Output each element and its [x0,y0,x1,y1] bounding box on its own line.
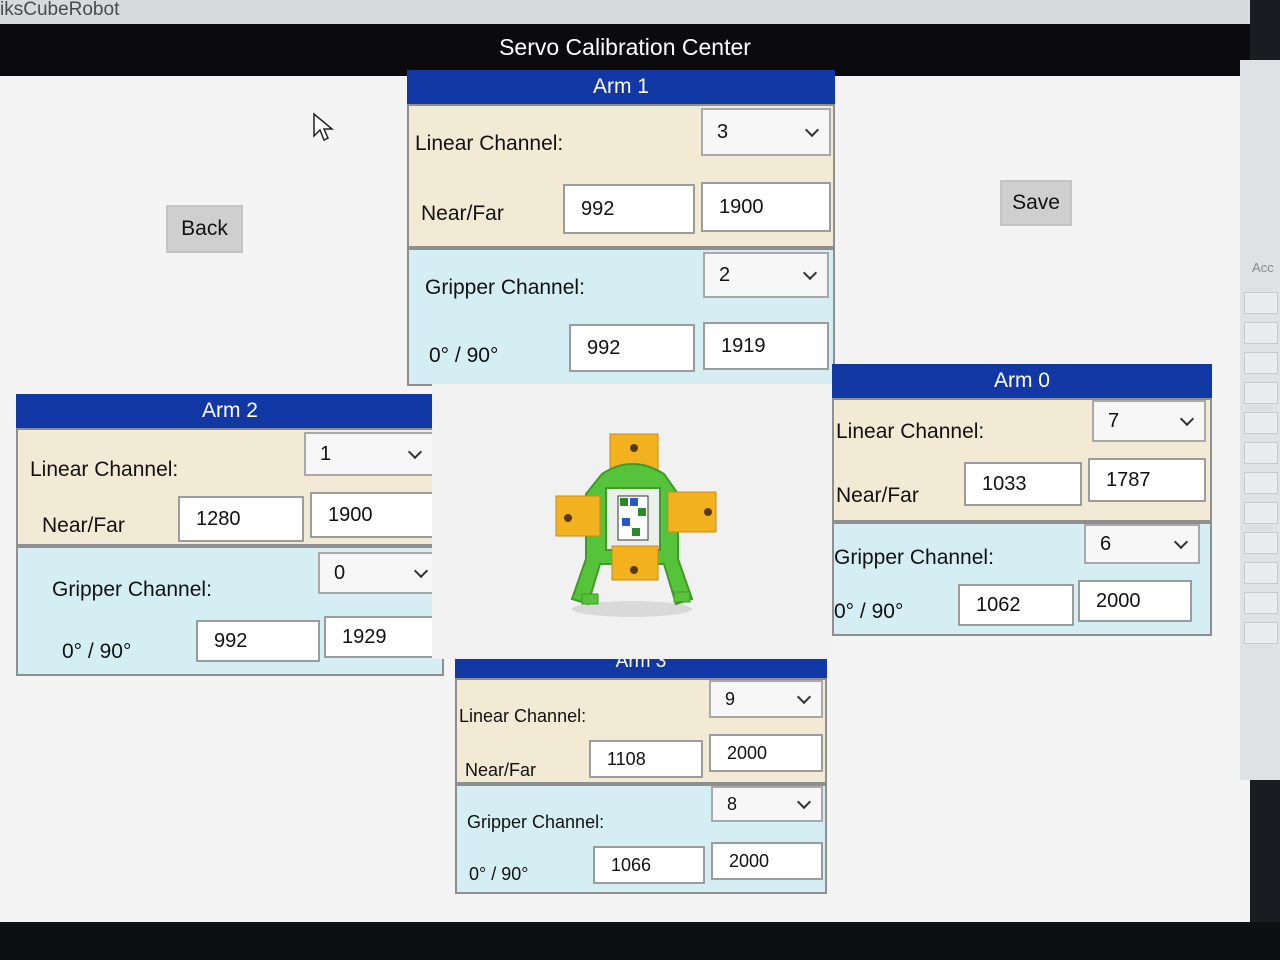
angle-label: 0° / 90° [834,600,904,623]
chevron-down-icon [1179,411,1195,427]
background-cell [1244,592,1278,614]
background-cell [1244,352,1278,374]
arm-2-linear-channel-value: 1 [320,442,332,465]
arm-1-linear-section: Linear Channel: 3 Near/Far 992 1900 [407,104,835,248]
background-cell [1244,442,1278,464]
arm-3-panel: Arm 3 Linear Channel: 9 Near/Far 1108 20… [455,646,827,894]
chevron-down-icon [1173,534,1189,550]
arm-0-linear-channel-select[interactable]: 7 [1092,400,1206,442]
arm-1-panel: Arm 1 Linear Channel: 3 Near/Far 992 190… [407,70,835,386]
arm-2-gripper-channel-value: 0 [334,561,346,584]
app-name: iksCubeRobot [0,0,120,20]
background-window-label: Acc [1252,260,1274,275]
robot-image-area [432,384,832,659]
background-cell [1244,292,1278,314]
arm-2-far-input[interactable]: 1900 [310,492,440,538]
cube-robot-image [555,433,717,617]
gripper-channel-label: Gripper Channel: [425,276,585,299]
near-far-label: Near/Far [421,202,504,225]
gripper-channel-label: Gripper Channel: [834,546,994,569]
arm-2-deg0-input[interactable]: 992 [196,620,320,662]
arm-1-near-input[interactable]: 992 [563,184,695,234]
arm-3-gripper-section: Gripper Channel: 8 0° / 90° 1066 2000 [455,784,827,894]
arm-0-far-input[interactable]: 1787 [1088,458,1206,502]
monitor-bezel [0,922,1280,960]
arm-3-far-input[interactable]: 2000 [709,734,823,772]
linear-channel-label: Linear Channel: [836,420,985,443]
background-window: Acc [1240,60,1280,780]
arm-3-gripper-channel-select[interactable]: 8 [711,786,823,822]
page-title: Servo Calibration Center [499,34,751,60]
arm-1-gripper-channel-select[interactable]: 2 [703,252,829,298]
arm-1-deg0-input[interactable]: 992 [569,324,695,372]
background-cell [1244,562,1278,584]
gripper-channel-label: Gripper Channel: [467,812,605,832]
arm-0-gripper-section: Gripper Channel: 6 0° / 90° 1062 2000 [832,522,1212,636]
linear-channel-label: Linear Channel: [415,132,564,155]
gripper-channel-label: Gripper Channel: [52,578,212,601]
near-far-label: Near/Far [42,514,125,537]
arm-2-title: Arm 2 [16,394,444,428]
arm-1-title: Arm 1 [407,70,835,104]
arm-0-deg90-input[interactable]: 2000 [1078,580,1192,622]
arm-1-far-input[interactable]: 1900 [701,182,831,232]
chevron-down-icon [413,563,429,579]
arm-3-linear-channel-value: 9 [725,688,736,709]
arm-2-gripper-section: Gripper Channel: 0 0° / 90° 992 1929 [16,546,448,676]
mouse-pointer-icon [313,112,335,142]
arm-2-gripper-channel-select[interactable]: 0 [318,552,440,594]
arm-1-linear-channel-select[interactable]: 3 [701,108,831,156]
angle-label: 0° / 90° [429,344,499,367]
arm-3-deg90-input[interactable]: 2000 [711,842,823,880]
background-cell [1244,532,1278,554]
arm-3-deg0-input[interactable]: 1066 [593,846,705,884]
arm-3-gripper-channel-value: 8 [727,793,738,814]
background-cell [1244,622,1278,644]
chevron-down-icon [804,122,820,138]
arm-2-near-input[interactable]: 1280 [178,496,304,542]
arm-0-gripper-channel-select[interactable]: 6 [1084,524,1200,564]
arm-0-title: Arm 0 [832,364,1212,398]
arm-1-gripper-channel-value: 2 [719,263,731,286]
arm-2-deg90-input[interactable]: 1929 [324,616,448,658]
chevron-down-icon [796,689,812,705]
background-cell [1244,472,1278,494]
arm-2-panel: Arm 2 Linear Channel: 1 Near/Far 1280 19… [16,394,448,676]
arm-1-linear-channel-value: 3 [717,120,729,143]
background-cell [1244,412,1278,434]
arm-0-panel: Arm 0 Linear Channel: 7 Near/Far 1033 17… [832,364,1212,636]
arm-0-near-input[interactable]: 1033 [964,462,1082,506]
angle-label: 0° / 90° [62,640,132,663]
angle-label: 0° / 90° [469,864,529,884]
arm-2-linear-section: Linear Channel: 1 Near/Far 1280 1900 [16,428,444,546]
background-cell [1244,322,1278,344]
near-far-label: Near/Far [836,484,919,507]
near-far-label: Near/Far [465,760,537,780]
background-cell [1244,502,1278,524]
arm-3-near-input[interactable]: 1108 [589,740,703,778]
chevron-down-icon [407,444,423,460]
background-cell [1244,382,1278,404]
arm-1-deg90-input[interactable]: 1919 [703,322,829,370]
chevron-down-icon [802,265,818,281]
arm-3-linear-section: Linear Channel: 9 Near/Far 1108 2000 [455,678,827,784]
arm-0-deg0-input[interactable]: 1062 [958,584,1074,626]
back-button[interactable]: Back [166,205,243,253]
arm-0-linear-section: Linear Channel: 7 Near/Far 1033 1787 [832,398,1212,522]
arm-3-linear-channel-select[interactable]: 9 [709,680,823,718]
title-bar: Servo Calibration Center [0,24,1250,76]
save-button[interactable]: Save [1000,180,1072,226]
linear-channel-label: Linear Channel: [459,706,587,726]
arm-0-gripper-channel-value: 6 [1100,532,1112,555]
arm-0-linear-channel-value: 7 [1108,409,1120,432]
arm-2-linear-channel-select[interactable]: 1 [304,432,434,476]
arm-1-gripper-section: Gripper Channel: 2 0° / 90° 992 1919 [407,248,835,386]
linear-channel-label: Linear Channel: [30,458,179,481]
chevron-down-icon [796,794,812,810]
